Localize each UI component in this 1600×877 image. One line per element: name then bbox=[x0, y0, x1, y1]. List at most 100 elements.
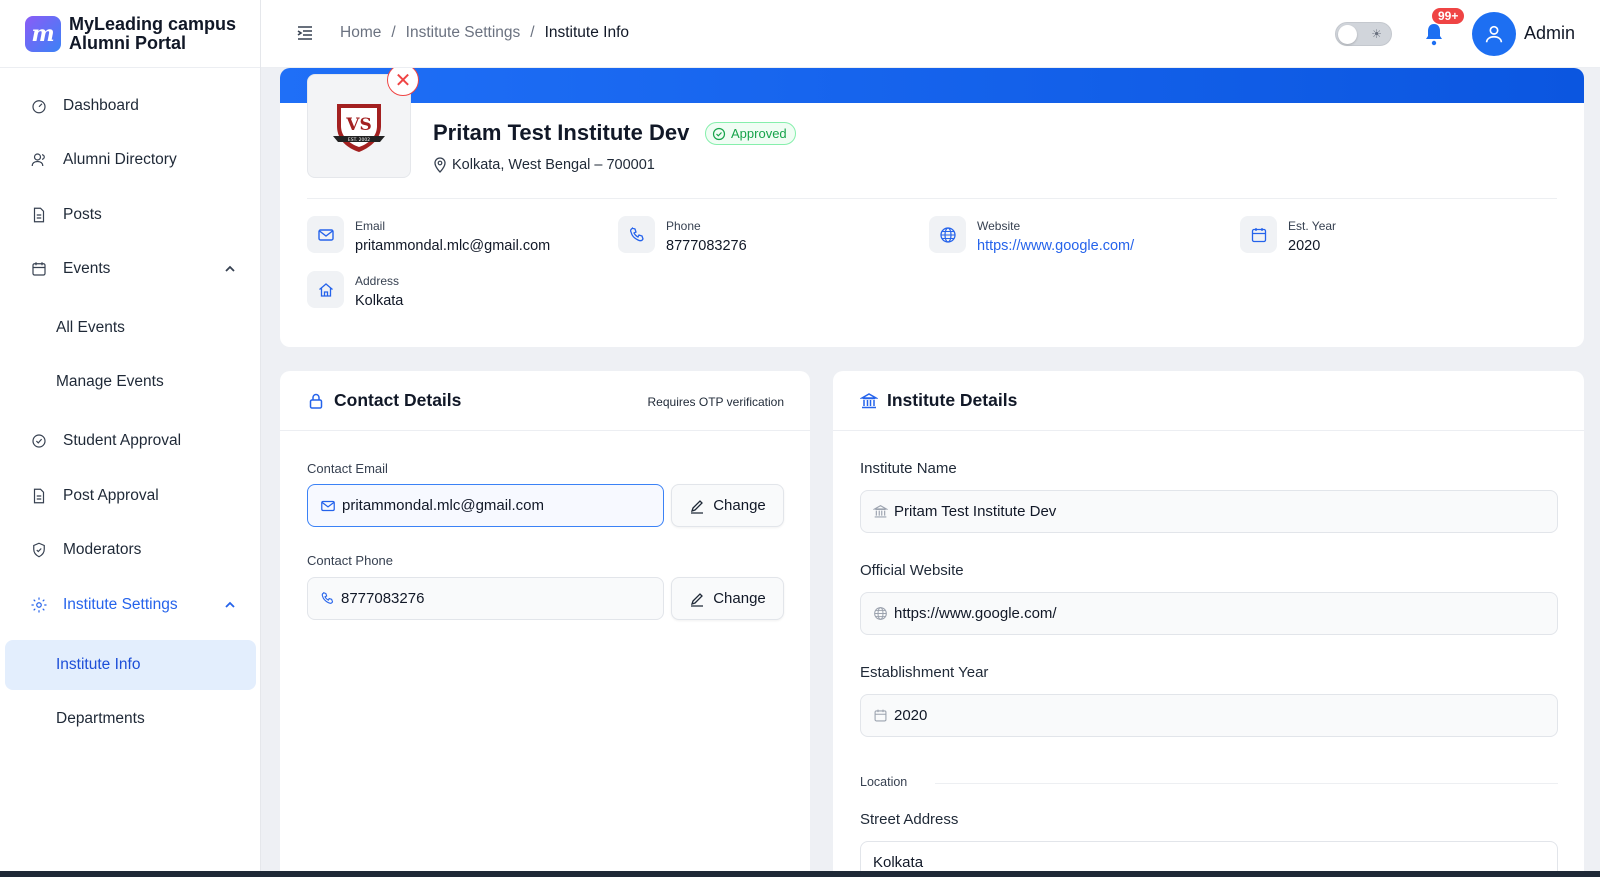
change-label: Change bbox=[713, 497, 766, 514]
calendar-icon bbox=[874, 709, 887, 722]
sidebar-item-label: Institute Settings bbox=[63, 596, 178, 613]
sidebar-item-student-approval[interactable]: Student Approval bbox=[0, 423, 260, 459]
status-badge: Approved bbox=[705, 122, 796, 145]
institute-profile-card: VS EST. 2002 ✕ Pritam Test Institute Dev… bbox=[280, 68, 1584, 347]
year-label: Est. Year bbox=[1288, 219, 1337, 233]
institute-name-input[interactable]: Pritam Test Institute Dev bbox=[860, 490, 1558, 533]
contact-phone-label: Contact Phone bbox=[307, 553, 394, 568]
institute-details-card: Institute Details Institute Name Pritam … bbox=[833, 371, 1584, 877]
subitem-label: Departments bbox=[56, 710, 145, 727]
toggle-knob bbox=[1338, 25, 1357, 44]
pencil-icon bbox=[691, 592, 704, 607]
sidebar-item-dashboard[interactable]: Dashboard bbox=[0, 88, 260, 124]
contact-phone-value: 8777083276 bbox=[341, 590, 425, 607]
sidebar-subitem-manage-events[interactable]: Manage Events bbox=[5, 357, 256, 407]
breadcrumb-separator: / bbox=[391, 24, 396, 41]
status-label: Approved bbox=[731, 126, 787, 141]
contact-phone-field[interactable]: 8777083276 bbox=[307, 577, 664, 620]
website-link[interactable]: https://www.google.com/ bbox=[977, 238, 1134, 254]
map-pin-icon bbox=[434, 157, 446, 173]
institute-crest-icon: VS EST. 2002 bbox=[333, 104, 385, 152]
contact-email-label: Contact Email bbox=[307, 461, 388, 476]
otp-note: Requires OTP verification bbox=[647, 395, 785, 409]
crest-text: EST. 2002 bbox=[348, 137, 370, 143]
brand-line1: MyLeading campus bbox=[69, 13, 237, 34]
info-email: Email pritammondal.mlc@gmail.com bbox=[307, 216, 550, 254]
breadcrumb-institute-settings[interactable]: Institute Settings bbox=[406, 24, 521, 42]
change-phone-button[interactable]: Change bbox=[671, 577, 784, 620]
contact-email-value: pritammondal.mlc@gmail.com bbox=[342, 497, 544, 514]
document-icon bbox=[33, 488, 45, 504]
sidebar-subitem-departments[interactable]: Departments bbox=[5, 694, 256, 744]
mail-icon bbox=[307, 216, 344, 253]
bell-icon[interactable] bbox=[1422, 21, 1446, 47]
sidebar-item-post-approval[interactable]: Post Approval bbox=[0, 478, 260, 514]
sidebar-item-alumni-directory[interactable]: Alumni Directory bbox=[0, 142, 260, 178]
subitem-label: All Events bbox=[56, 319, 125, 336]
change-label: Change bbox=[713, 590, 766, 607]
street-address-value: Kolkata bbox=[873, 854, 924, 871]
avatar[interactable] bbox=[1472, 12, 1516, 56]
breadcrumb-home[interactable]: Home bbox=[340, 24, 381, 42]
sidebar-item-institute-settings[interactable]: Institute Settings bbox=[0, 587, 260, 623]
brand-line2: Alumni Portal bbox=[69, 32, 187, 53]
info-est-year: Est. Year 2020 bbox=[1240, 216, 1336, 254]
calendar-icon bbox=[1240, 216, 1277, 253]
sidebar-item-label: Student Approval bbox=[63, 432, 182, 449]
user-icon bbox=[1485, 25, 1503, 43]
official-website-value: https://www.google.com/ bbox=[894, 605, 1057, 622]
card-title: Institute Details bbox=[887, 390, 1018, 410]
divider bbox=[307, 198, 1557, 199]
address-label: Address bbox=[355, 274, 400, 288]
sidebar-item-events[interactable]: Events bbox=[0, 251, 260, 287]
sidebar-item-label: Post Approval bbox=[63, 487, 159, 504]
close-icon: ✕ bbox=[394, 69, 412, 92]
phone-icon bbox=[618, 216, 655, 253]
theme-toggle[interactable]: ☀ bbox=[1335, 22, 1392, 46]
phone-icon bbox=[321, 592, 334, 604]
mail-icon bbox=[321, 500, 335, 511]
chevron-up-icon bbox=[225, 265, 235, 272]
official-website-input[interactable]: https://www.google.com/ bbox=[860, 592, 1558, 635]
establishment-year-input[interactable]: 2020 bbox=[860, 694, 1558, 737]
establishment-year-label: Establishment Year bbox=[860, 664, 989, 681]
website-label: Website bbox=[977, 219, 1021, 233]
sidebar-item-label: Alumni Directory bbox=[63, 151, 177, 168]
institute-name-label: Institute Name bbox=[860, 460, 957, 477]
address-value: Kolkata bbox=[355, 293, 404, 309]
divider bbox=[935, 783, 1558, 784]
email-value: pritammondal.mlc@gmail.com bbox=[355, 238, 551, 254]
subitem-label: Institute Info bbox=[56, 656, 141, 673]
subitem-label: Manage Events bbox=[56, 373, 164, 390]
sidebar-item-label: Posts bbox=[63, 206, 102, 223]
user-name[interactable]: Admin bbox=[1524, 23, 1575, 44]
location-text: Kolkata, West Bengal – 700001 bbox=[452, 157, 655, 173]
info-phone: Phone 8777083276 bbox=[618, 216, 747, 254]
info-website: Website https://www.google.com/ bbox=[929, 216, 1134, 254]
official-website-label: Official Website bbox=[860, 562, 964, 579]
change-email-button[interactable]: Change bbox=[671, 484, 784, 527]
check-circle-icon bbox=[712, 127, 726, 140]
year-value: 2020 bbox=[1288, 238, 1321, 254]
users-icon bbox=[31, 153, 45, 167]
breadcrumb-current: Institute Info bbox=[544, 24, 630, 41]
breadcrumb-separator: / bbox=[530, 24, 535, 41]
brand[interactable]: m MyLeading campus Alumni Portal bbox=[0, 0, 260, 68]
institute-name-value: Pritam Test Institute Dev bbox=[894, 503, 1057, 520]
contact-email-field[interactable]: pritammondal.mlc@gmail.com bbox=[307, 484, 664, 527]
gauge-icon bbox=[32, 100, 46, 114]
sidebar-item-moderators[interactable]: Moderators bbox=[0, 532, 260, 568]
globe-icon bbox=[874, 607, 887, 620]
home-icon bbox=[307, 271, 344, 308]
phone-value: 8777083276 bbox=[666, 238, 747, 254]
chevron-up-icon bbox=[225, 601, 235, 608]
breadcrumb: Home / Institute Settings / Institute In… bbox=[340, 24, 629, 42]
sidebar-item-posts[interactable]: Posts bbox=[0, 197, 260, 233]
globe-icon bbox=[929, 216, 966, 253]
email-label: Email bbox=[355, 219, 386, 233]
menu-collapse-icon[interactable] bbox=[296, 24, 314, 42]
sidebar-subitem-institute-info[interactable]: Institute Info bbox=[5, 640, 256, 690]
sidebar-subitem-all-events[interactable]: All Events bbox=[5, 303, 256, 353]
location-heading: Location bbox=[860, 775, 908, 789]
sidebar-item-label: Dashboard bbox=[63, 97, 139, 114]
